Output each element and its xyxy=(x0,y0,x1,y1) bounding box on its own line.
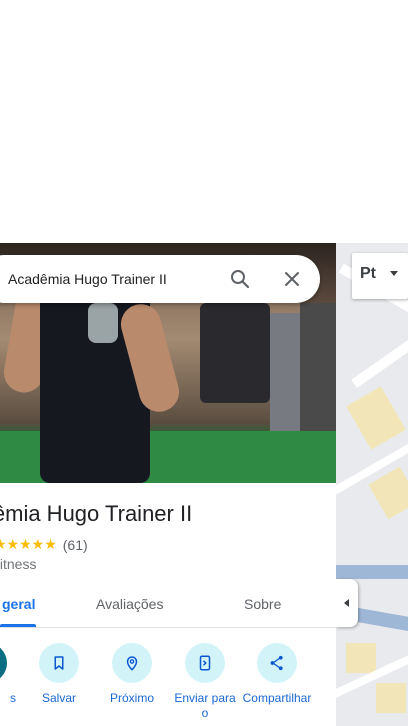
search-icon[interactable] xyxy=(228,267,252,291)
send-to-phone-button[interactable]: Enviar para o xyxy=(170,643,240,721)
action-label: Compartilhar xyxy=(242,691,312,705)
place-category[interactable]: fitness xyxy=(0,556,36,572)
map-view[interactable] xyxy=(336,243,408,726)
tab-about[interactable]: Sobre xyxy=(244,587,281,627)
photo-machine xyxy=(200,303,270,403)
place-title: lêmia Hugo Trainer II xyxy=(0,501,193,526)
action-label: Salvar xyxy=(41,691,76,705)
share-icon xyxy=(257,643,297,683)
action-bar: s Salvar Próximo Enviar para o Compartil… xyxy=(0,643,336,726)
map-block xyxy=(368,466,408,520)
map-water xyxy=(355,607,408,633)
map-layer-label: Pt xyxy=(360,265,376,282)
tab-reviews[interactable]: Avaliações xyxy=(96,587,163,627)
directions-icon xyxy=(0,643,7,683)
tab-overview[interactable]: geral xyxy=(2,587,35,627)
search-input[interactable]: Acadêmia Hugo Trainer II xyxy=(8,255,167,303)
map-block xyxy=(376,683,406,713)
map-water xyxy=(336,565,408,579)
close-icon[interactable] xyxy=(280,267,304,291)
search-box[interactable]: Acadêmia Hugo Trainer II xyxy=(0,255,320,303)
collapse-panel-button[interactable] xyxy=(336,579,358,627)
map-layer-button[interactable]: Pt xyxy=(352,253,408,299)
rating-row[interactable]: ★★★★★ (61) xyxy=(0,536,88,553)
bookmark-icon xyxy=(39,643,79,683)
send-to-phone-icon xyxy=(185,643,225,683)
review-count[interactable]: (61) xyxy=(63,537,88,553)
action-label: s xyxy=(10,691,16,705)
map-block xyxy=(346,643,376,673)
nearby-icon xyxy=(112,643,152,683)
map-road xyxy=(351,328,408,388)
share-button[interactable]: Compartilhar xyxy=(242,643,312,706)
photo-phone xyxy=(88,303,118,343)
map-block xyxy=(346,386,406,450)
tab-bar: geral Avaliações Sobre xyxy=(0,587,336,628)
rating-stars: ★★★★★ xyxy=(0,536,57,552)
chevron-down-icon xyxy=(390,271,398,276)
action-label: Enviar para o xyxy=(174,691,236,720)
chevron-left-icon xyxy=(344,599,349,607)
action-label: Próximo xyxy=(109,691,154,705)
directions-button[interactable]: s xyxy=(0,643,22,706)
blank-area xyxy=(0,0,408,243)
tab-underline xyxy=(0,624,36,627)
nearby-button[interactable]: Próximo xyxy=(97,643,167,706)
save-button[interactable]: Salvar xyxy=(24,643,94,706)
place-panel: Acadêmia Hugo Trainer II lêmia Hugo Trai… xyxy=(0,243,336,726)
